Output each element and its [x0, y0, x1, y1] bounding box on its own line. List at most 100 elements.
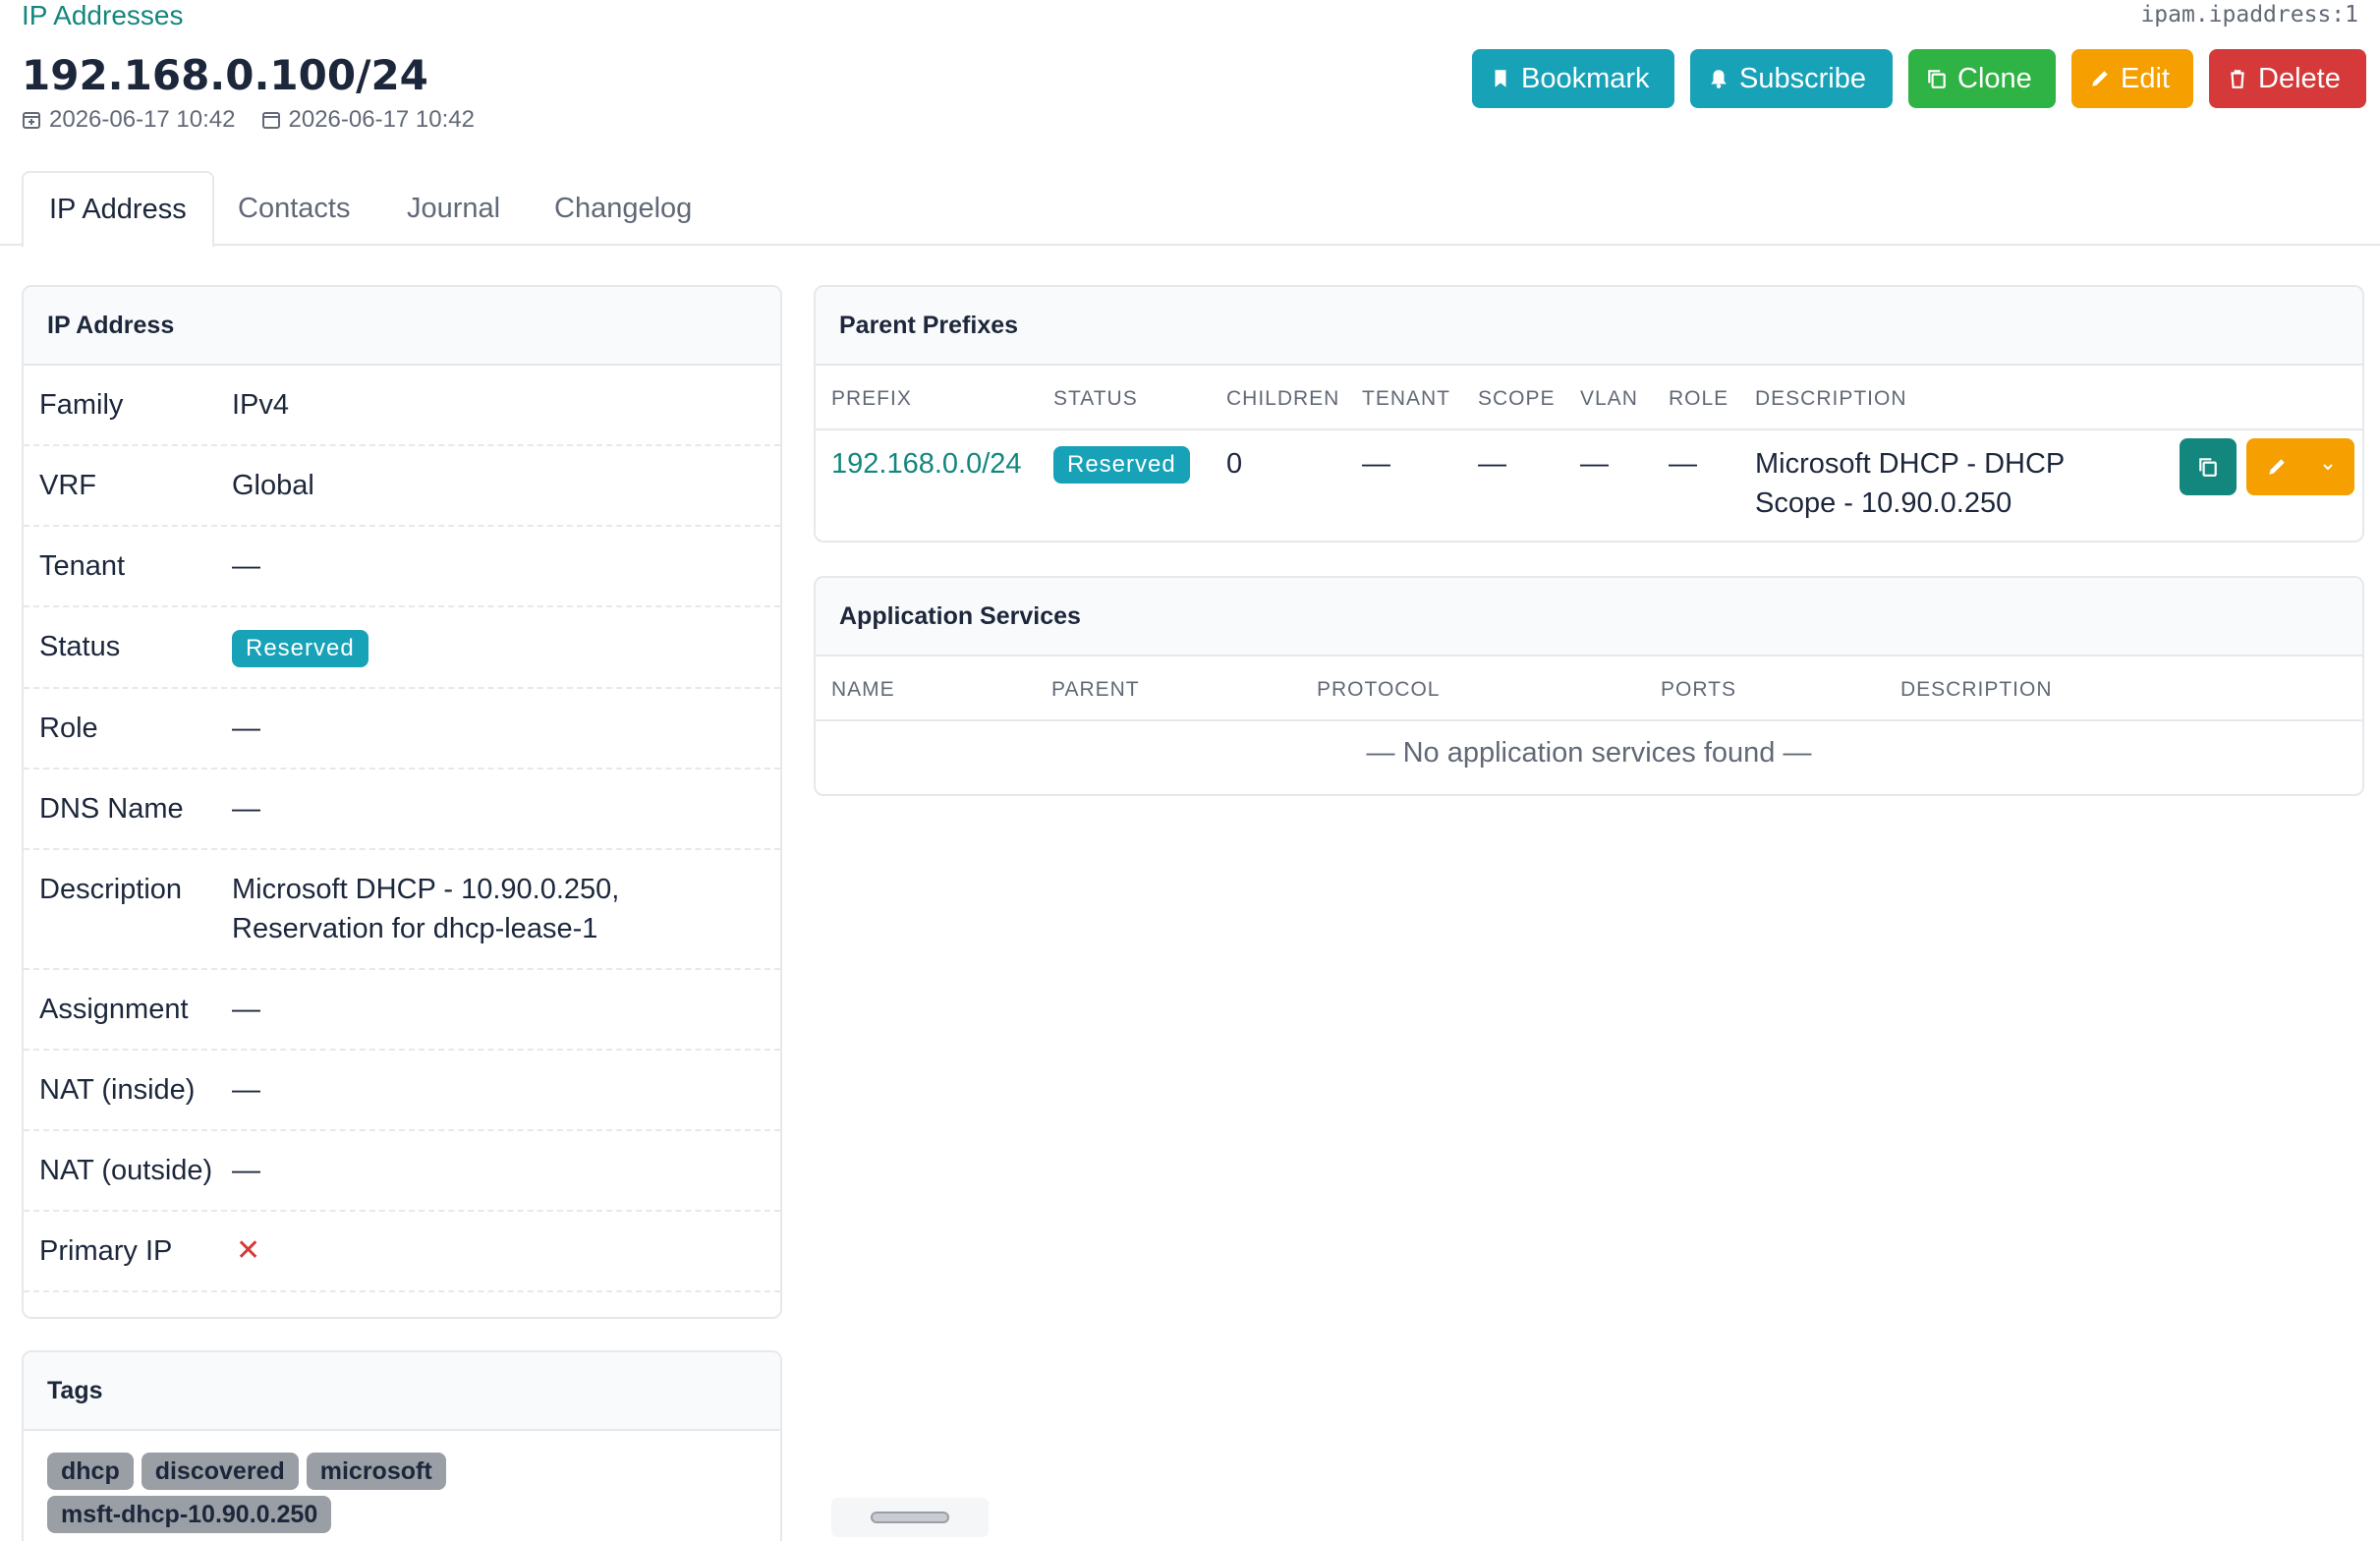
attribute-row-nat-outside: NAT (outside) — [24, 1131, 780, 1212]
table-header: PREFIX STATUS CHILDREN TENANT SCOPE VLAN… [816, 366, 2362, 430]
object-identifier: ipam.ipaddress:1 [2140, 2, 2358, 28]
clone-label: Clone [1957, 62, 2032, 94]
attribute-value: IPv4 [232, 389, 290, 421]
clone-row-button[interactable] [2180, 438, 2237, 495]
tag-list: dhcp discovered microsoft msft-dhcp-10.9… [24, 1431, 476, 1541]
status-badge: Reserved [1053, 446, 1190, 484]
column-header[interactable]: PROTOCOL [1317, 678, 1440, 702]
breadcrumb[interactable]: IP Addresses [22, 0, 183, 31]
attribute-label: DNS Name [39, 793, 184, 825]
attribute-row-vrf: VRF Global [24, 446, 780, 527]
scrollbar-thumb[interactable] [871, 1512, 949, 1523]
created-date: 2026-06-17 10:42 [22, 106, 236, 134]
prefix-link[interactable]: 192.168.0.0/24 [831, 444, 1022, 484]
edit-label: Edit [2121, 62, 2170, 94]
tenant-value: — [1362, 448, 1390, 480]
column-header[interactable]: DESCRIPTION [1900, 678, 2053, 702]
vlan-value: — [1580, 448, 1609, 480]
column-header[interactable]: SCOPE [1478, 387, 1556, 411]
ip-address-card-header: IP Address [24, 287, 780, 366]
updated-date: 2026-06-17 10:42 [261, 106, 475, 134]
bell-plus-icon [1711, 70, 1727, 88]
attribute-value: Reserved [222, 607, 780, 687]
attribute-row-family: Family IPv4 [24, 366, 780, 446]
children-count: 0 [1226, 448, 1243, 480]
tag[interactable]: dhcp [47, 1453, 134, 1490]
tag[interactable]: microsoft [306, 1453, 446, 1490]
copy-icon [1928, 70, 1946, 88]
column-header[interactable]: CHILDREN [1226, 387, 1339, 411]
attribute-value: Microsoft DHCP - 10.90.0.250, Reservatio… [232, 874, 620, 944]
column-header[interactable]: PORTS [1661, 678, 1736, 702]
edit-row-button[interactable] [2246, 438, 2354, 495]
column-header[interactable]: VLAN [1580, 387, 1638, 411]
parent-prefixes-card: Parent Prefixes PREFIX STATUS CHILDREN T… [814, 285, 2364, 542]
tab-ip-address[interactable]: IP Address [22, 171, 214, 248]
tab-changelog[interactable]: Changelog [529, 171, 717, 246]
attribute-value: ✕ [222, 1212, 780, 1290]
bookmark-icon [1495, 70, 1506, 87]
column-header[interactable]: STATUS [1053, 387, 1138, 411]
attribute-row-assignment: Assignment — [24, 970, 780, 1051]
x-mark-icon: ✕ [236, 1234, 261, 1267]
attribute-row-description: Description Microsoft DHCP - 10.90.0.250… [24, 850, 780, 970]
attribute-row-role: Role — [24, 689, 780, 770]
role-value: — [1669, 448, 1697, 480]
clone-button[interactable]: Clone [1908, 49, 2056, 108]
tab-journal[interactable]: Journal [381, 171, 526, 246]
attribute-value: ✕ [222, 1292, 780, 1317]
page-title: 192.168.0.100/24 [22, 51, 428, 99]
bookmark-button[interactable]: Bookmark [1472, 49, 1674, 108]
tab-bar: IP Address Contacts Journal Changelog [0, 171, 2380, 248]
application-services-card: Application Services NAME PARENT PROTOCO… [814, 576, 2364, 796]
attribute-label: Assignment [39, 994, 189, 1025]
tab-contacts[interactable]: Contacts [212, 171, 375, 246]
attribute-row-oob-ip: OOB IP ✕ [24, 1292, 780, 1317]
attribute-row-dns-name: DNS Name — [24, 770, 780, 850]
tag[interactable]: discovered [141, 1453, 299, 1490]
parent-prefixes-card-header: Parent Prefixes [816, 287, 2362, 366]
delete-label: Delete [2258, 62, 2341, 94]
column-header[interactable]: PARENT [1051, 678, 1140, 702]
tags-card: Tags dhcp discovered microsoft msft-dhcp… [22, 1350, 782, 1541]
tags-card-header: Tags [24, 1352, 780, 1431]
attribute-label: Role [39, 713, 98, 744]
attribute-label: Description [39, 874, 183, 905]
pencil-icon [2092, 71, 2108, 86]
attribute-row-primary-ip: Primary IP ✕ [24, 1212, 780, 1292]
action-buttons: Bookmark Subscribe Clone Edit Delete [1472, 49, 2366, 108]
status-badge: Reserved [232, 630, 368, 667]
scrollbar[interactable] [831, 1498, 989, 1537]
edit-button[interactable]: Edit [2071, 49, 2193, 108]
description-value: Microsoft DHCP - DHCP Scope - 10.90.0.25… [1755, 448, 2065, 519]
attribute-row-status: Status Reserved [24, 607, 780, 689]
column-header[interactable]: NAME [831, 678, 895, 702]
attribute-value: — [232, 994, 260, 1025]
column-header[interactable]: TENANT [1362, 387, 1450, 411]
attribute-row-tenant: Tenant — [24, 527, 780, 607]
chevron-down-icon[interactable] [2321, 460, 2335, 474]
application-services-card-header: Application Services [816, 578, 2362, 656]
column-header[interactable]: PREFIX [831, 387, 912, 411]
column-header[interactable]: ROLE [1669, 387, 1728, 411]
attribute-row-nat-inside: NAT (inside) — [24, 1051, 780, 1131]
column-header[interactable]: DESCRIPTION [1755, 387, 1907, 411]
table-header: NAME PARENT PROTOCOL PORTS DESCRIPTION [816, 656, 2362, 721]
timestamps: 2026-06-17 10:42 2026-06-17 10:42 [22, 106, 475, 134]
subscribe-button[interactable]: Subscribe [1690, 49, 1893, 108]
copy-icon [2199, 458, 2217, 477]
tag[interactable]: msft-dhcp-10.90.0.250 [47, 1496, 332, 1533]
attribute-label: NAT (inside) [39, 1074, 196, 1106]
ip-address-card: IP Address Family IPv4 VRF Global Tenant… [22, 285, 782, 1319]
bookmark-label: Bookmark [1521, 62, 1650, 94]
attribute-label: NAT (outside) [39, 1155, 213, 1186]
attribute-value: — [232, 1155, 260, 1186]
attribute-label: Family [39, 389, 124, 421]
attribute-value: — [232, 550, 260, 582]
calendar-edit-icon [261, 112, 280, 129]
x-mark-icon: ✕ [232, 1315, 260, 1317]
attribute-value: — [232, 1074, 260, 1106]
delete-button[interactable]: Delete [2209, 49, 2366, 108]
attribute-label: Status [39, 631, 121, 662]
attribute-value: — [232, 793, 260, 825]
